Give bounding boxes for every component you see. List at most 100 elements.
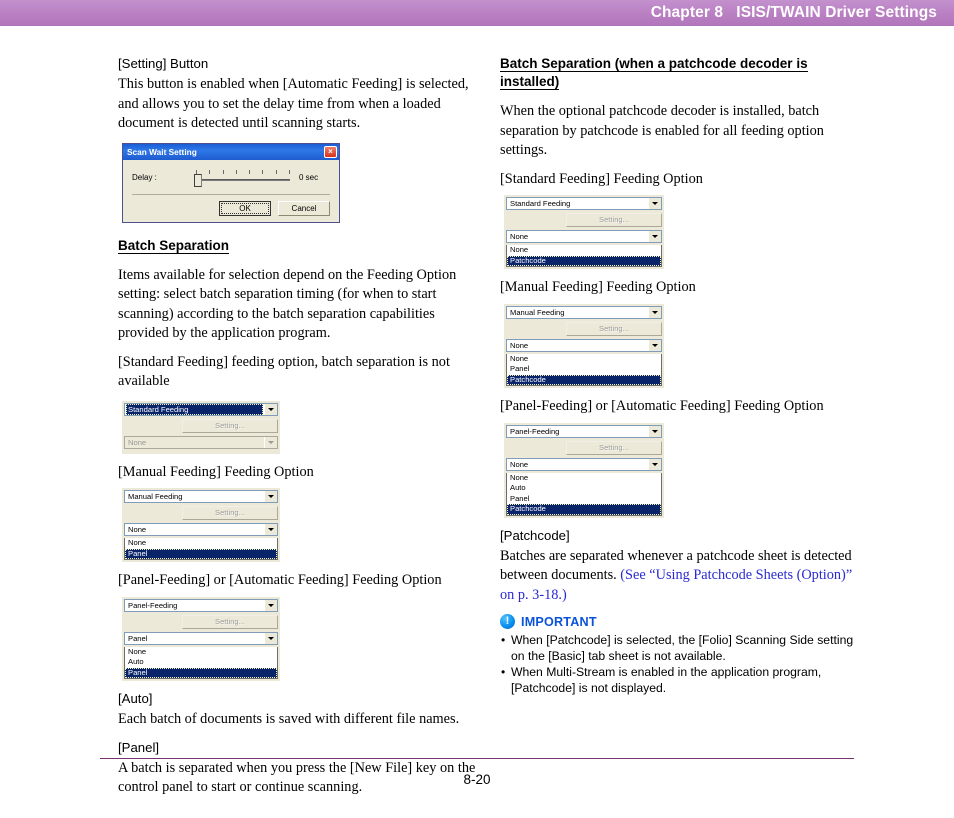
batch-separation-options[interactable]: None Patchcode <box>506 245 662 267</box>
feeding-option-value: Panel-Feeding <box>128 600 178 610</box>
list-item[interactable]: None <box>125 538 277 549</box>
chevron-down-icon[interactable] <box>648 339 661 351</box>
batch-separation-options[interactable]: None Panel <box>124 538 278 560</box>
delay-value: 0 sec <box>299 173 319 182</box>
dialog-titlebar: Scan Wait Setting × <box>123 143 339 160</box>
page-header: Chapter 8 ISIS/TWAIN Driver Settings <box>0 0 954 26</box>
chevron-down-icon[interactable] <box>648 198 661 209</box>
feeding-option-combo[interactable]: Standard Feeding <box>124 402 278 416</box>
setting-button[interactable]: Setting... <box>566 213 662 227</box>
delay-row: Delay : 0 sec <box>132 169 330 187</box>
chevron-down-icon <box>264 436 277 448</box>
chevron-down-icon[interactable] <box>648 458 661 470</box>
right-column: Batch Separation (when a patchcode decod… <box>500 55 860 697</box>
batch-separation-combo[interactable]: Panel <box>124 631 278 645</box>
batch-separation-combo[interactable]: None <box>506 230 662 243</box>
important-list: When [Patchcode] is selected, the [Folio… <box>500 632 860 696</box>
setting-button[interactable]: Setting... <box>182 506 278 520</box>
patchcode-section-heading-wrap: Batch Separation (when a patchcode decod… <box>500 55 860 91</box>
slider-track <box>196 178 290 181</box>
batch-separation-combo[interactable]: None <box>506 457 662 471</box>
setting-button[interactable]: Setting... <box>182 418 278 433</box>
chevron-down-icon[interactable] <box>648 425 661 437</box>
dialog-body: Delay : 0 sec OK Cancel <box>123 160 339 222</box>
batch-separation-options[interactable]: None Auto Panel <box>124 646 278 679</box>
ok-button[interactable]: OK <box>219 200 271 216</box>
delay-slider[interactable] <box>194 169 292 187</box>
setting-row: Setting... <box>124 418 278 433</box>
setting-row: Setting... <box>124 614 278 629</box>
caption-panel-feeding-left: [Panel-Feeding] or [Automatic Feeding] F… <box>118 572 442 588</box>
list-item[interactable]: Patchcode <box>507 374 661 385</box>
chevron-down-icon[interactable] <box>264 524 277 535</box>
list-item[interactable]: Patchcode <box>507 255 661 266</box>
list-item[interactable]: Panel <box>125 548 277 559</box>
feeding-option-combo[interactable]: Panel-Feeding <box>506 424 662 438</box>
chevron-down-icon[interactable] <box>648 306 661 318</box>
setting-row: Setting... <box>506 213 662 227</box>
auto-body: Each batch of documents is saved with di… <box>118 711 460 727</box>
feeding-option-combo[interactable]: Manual Feeding <box>124 490 278 503</box>
list-item[interactable]: Auto <box>125 657 277 668</box>
widget-standard-feeding-left: Standard Feeding Setting... None <box>122 400 280 454</box>
setting-button-heading: [Setting] Button <box>118 56 209 71</box>
feeding-option-combo[interactable]: Panel-Feeding <box>124 598 278 612</box>
batch-separation-heading: Batch Separation <box>118 237 230 254</box>
list-item[interactable]: None <box>507 354 661 365</box>
setting-row: Setting... <box>506 440 662 455</box>
list-item[interactable]: Panel <box>125 667 277 678</box>
batch-separation-options[interactable]: None Auto Panel Patchcode <box>506 472 662 516</box>
chevron-down-icon[interactable] <box>264 491 277 502</box>
batch-separation-note: [Standard Feeding] feeding option, batch… <box>118 353 450 390</box>
list-item[interactable]: None <box>125 647 277 658</box>
caption-manual-feeding-right: [Manual Feeding] Feeding Option <box>500 279 696 295</box>
widget-panel-feeding-left: Panel-Feeding Setting... Panel None Auto P… <box>122 596 280 681</box>
slider-thumb[interactable] <box>194 173 202 187</box>
feeding-option-combo[interactable]: Manual Feeding <box>506 305 662 319</box>
list-item[interactable]: Patchcode <box>507 504 661 515</box>
batch-separation-combo[interactable]: None <box>506 338 662 352</box>
dialog-divider <box>132 193 330 195</box>
chevron-down-icon[interactable] <box>264 403 277 415</box>
patchcode-body: Batches are separated whenever a patchco… <box>500 547 860 606</box>
widget-manual-feeding-right: Manual Feeding Setting... None None Panel… <box>504 303 664 388</box>
setting-button[interactable]: Setting... <box>566 440 662 455</box>
important-label: IMPORTANT <box>521 614 597 629</box>
setting-button[interactable]: Setting... <box>566 321 662 336</box>
batch-separation-value: None <box>510 459 529 469</box>
batch-separation-value: None <box>510 232 529 241</box>
setting-button[interactable]: Setting... <box>182 614 278 629</box>
batch-separation-combo[interactable]: None <box>124 523 278 536</box>
batch-separation-value: Panel <box>128 633 148 643</box>
list-item[interactable]: Auto <box>507 483 661 494</box>
footer-rule <box>100 758 854 759</box>
exclamation-circle-icon: ! <box>500 614 515 629</box>
batch-separation-heading-wrap: Batch Separation <box>118 237 478 255</box>
feeding-option-value: Standard Feeding <box>126 403 263 415</box>
scan-wait-setting-dialog: Scan Wait Setting × Delay : 0 sec OK Can… <box>122 142 340 223</box>
cancel-button[interactable]: Cancel <box>278 200 330 216</box>
chevron-down-icon[interactable] <box>264 599 277 611</box>
chevron-down-icon[interactable] <box>648 231 661 242</box>
list-item[interactable]: Panel <box>507 494 661 505</box>
feeding-option-value: Manual Feeding <box>510 307 565 317</box>
close-icon[interactable]: × <box>324 145 337 158</box>
setting-row: Setting... <box>506 321 662 336</box>
list-item[interactable]: Panel <box>507 364 661 375</box>
batch-separation-value: None <box>128 437 147 447</box>
dialog-title-text: Scan Wait Setting <box>127 146 197 157</box>
widget-manual-feeding-left: Manual Feeding Setting... None None Panel <box>122 488 280 562</box>
batch-separation-options[interactable]: None Panel Patchcode <box>506 353 662 386</box>
patchcode-section-heading: Batch Separation (when a patchcode decod… <box>500 56 808 90</box>
list-item[interactable]: None <box>507 473 661 484</box>
delay-label: Delay : <box>132 173 157 182</box>
widget-standard-feeding-right: Standard Feeding Setting... None None Pat… <box>504 195 664 269</box>
auto-heading: [Auto] <box>118 691 153 706</box>
page-number: 8-20 <box>463 772 491 787</box>
dialog-buttons: OK Cancel <box>132 200 330 216</box>
patchcode-heading: [Patchcode] <box>500 527 570 543</box>
chevron-down-icon[interactable] <box>264 632 277 644</box>
list-item[interactable]: None <box>507 245 661 256</box>
important-list-item: When [Patchcode] is selected, the [Folio… <box>500 632 860 664</box>
feeding-option-combo[interactable]: Standard Feeding <box>506 197 662 210</box>
